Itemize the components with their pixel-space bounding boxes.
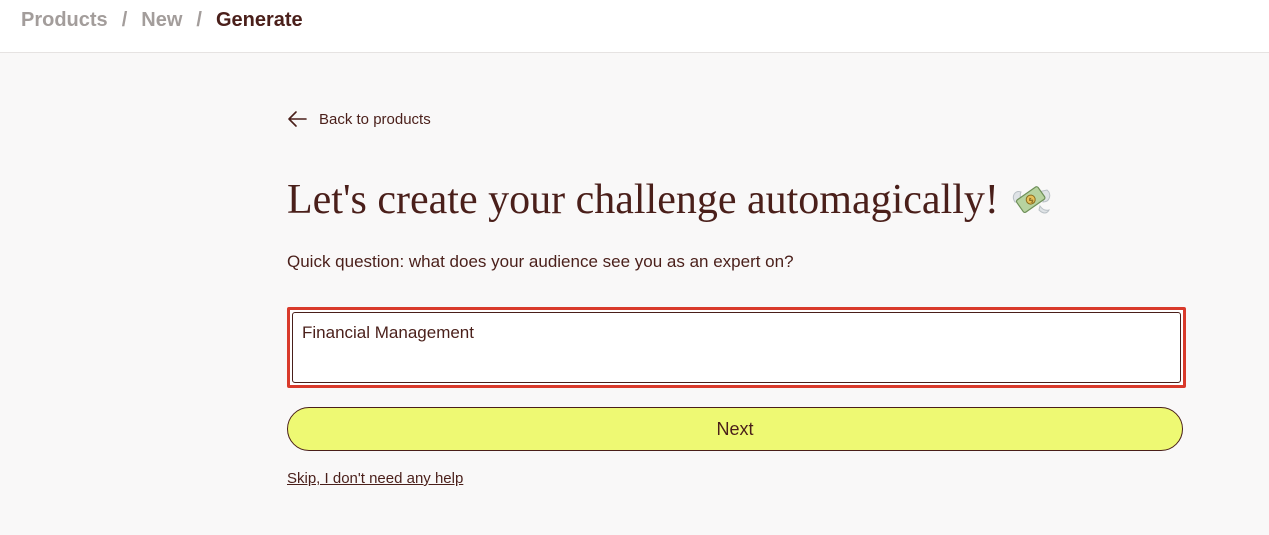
arrow-left-icon	[288, 111, 307, 127]
next-button[interactable]: Next	[287, 407, 1183, 451]
expertise-input[interactable]: Financial Management	[292, 312, 1181, 383]
expertise-question: Quick question: what does your audience …	[287, 252, 794, 271]
breadcrumb-generate: Generate	[215, 9, 303, 31]
money-with-wings-icon: $	[1009, 180, 1053, 220]
skip-link[interactable]: Skip, I don't need any help	[287, 470, 463, 487]
back-to-products-link[interactable]: Back to products	[287, 110, 431, 128]
page-headline: Let's create your challenge automagicall…	[287, 176, 1053, 224]
breadcrumb-new[interactable]: New	[141, 9, 182, 32]
breadcrumb-products[interactable]: Products	[21, 9, 108, 32]
top-bar: Products / New / Generate	[0, 0, 1269, 53]
breadcrumb: Products / New / Generate	[21, 9, 303, 32]
headline-text: Let's create your challenge automagicall…	[287, 177, 999, 223]
expertise-input-wrapper: Financial Management	[287, 307, 1186, 388]
breadcrumb-separator: /	[121, 9, 128, 31]
breadcrumb-separator: /	[196, 9, 202, 31]
back-link-label: Back to products	[319, 110, 431, 128]
